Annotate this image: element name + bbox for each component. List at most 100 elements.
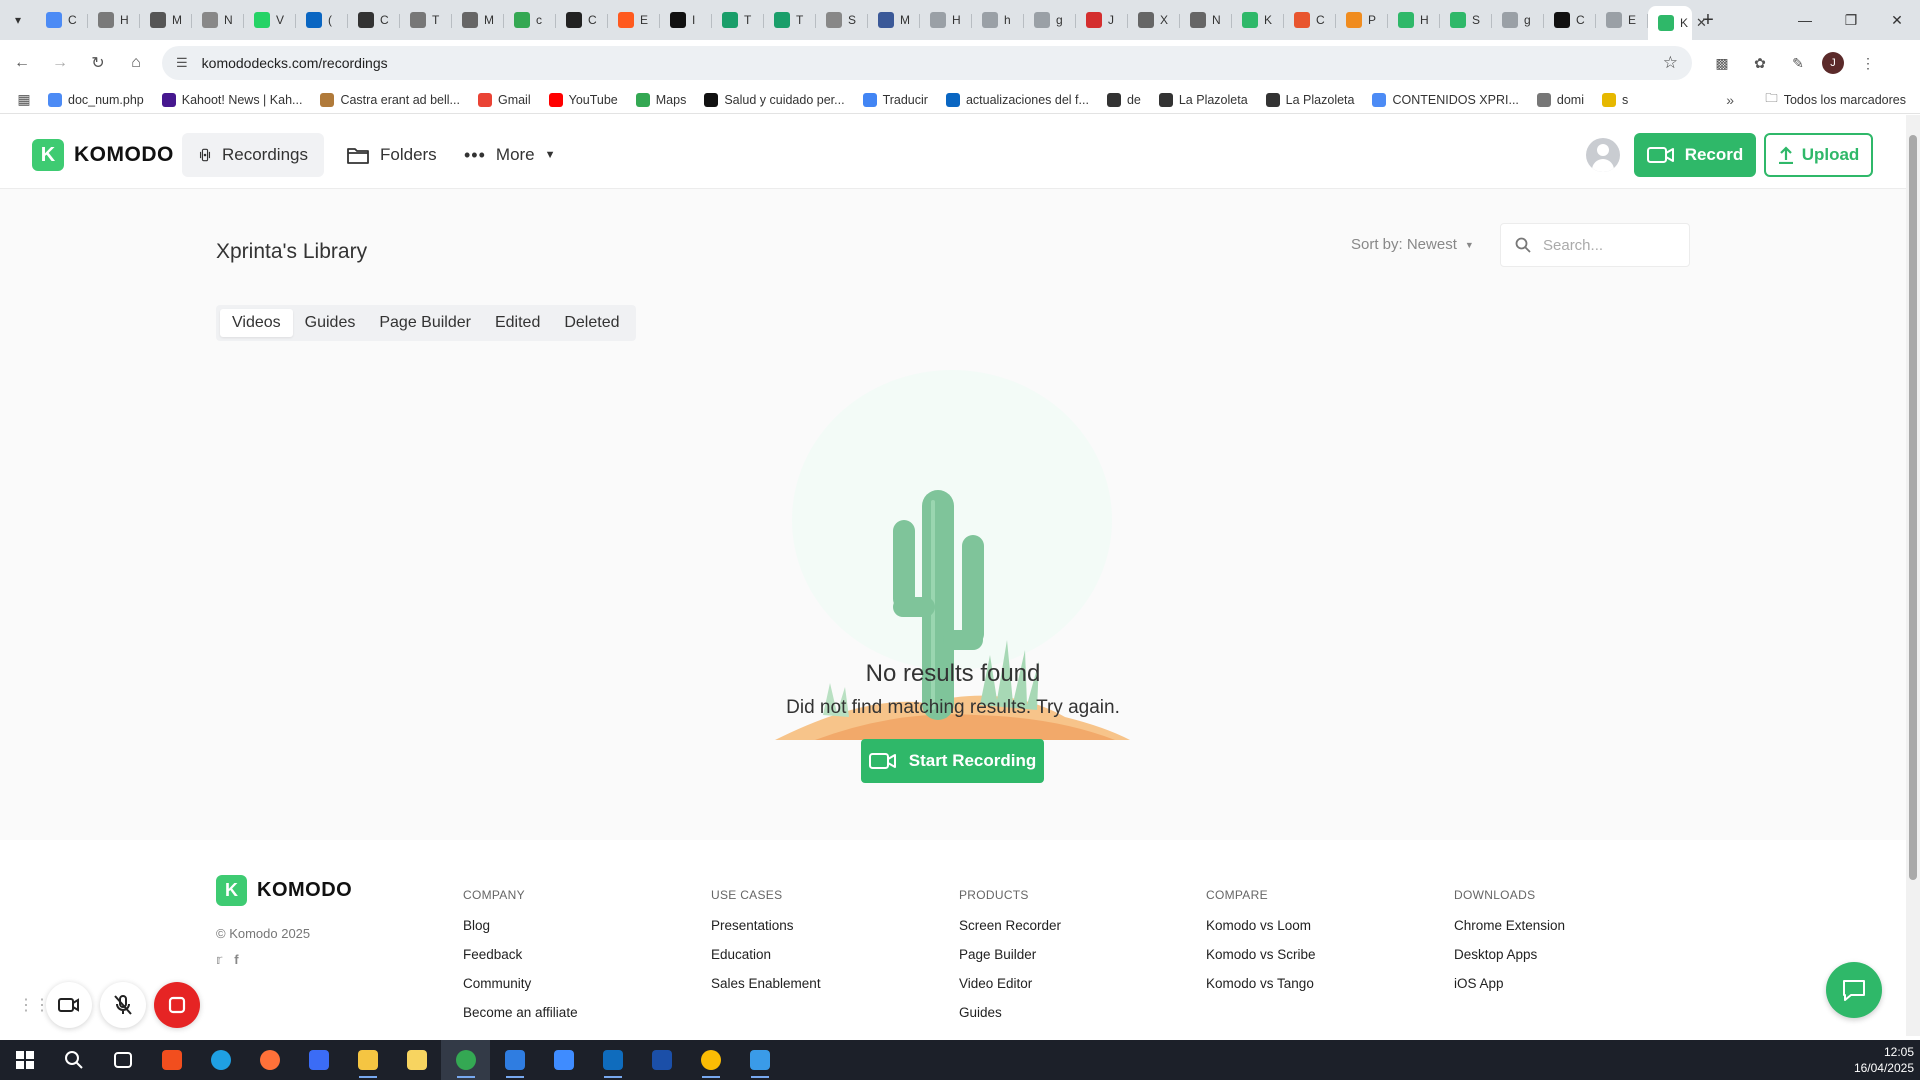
bookmark-star-icon[interactable]: ☆ <box>1663 53 1678 73</box>
footer-link[interactable]: Presentations <box>711 918 821 933</box>
taskbar-outlook-icon[interactable] <box>588 1040 637 1080</box>
profile-avatar[interactable]: J <box>1822 52 1844 74</box>
facebook-icon[interactable]: f <box>234 952 238 968</box>
bookmark-item[interactable]: actualizaciones del f... <box>945 92 1089 107</box>
browser-tab[interactable]: I <box>660 5 712 35</box>
taskbar-figma-icon[interactable] <box>147 1040 196 1080</box>
taskbar-firefox-icon[interactable] <box>245 1040 294 1080</box>
browser-tab[interactable]: N <box>1180 5 1232 35</box>
address-bar[interactable]: ☰ komododecks.com/recordings ☆ <box>162 46 1692 80</box>
bookmark-item[interactable]: Kahoot! News | Kah... <box>161 92 302 107</box>
browser-tab-active[interactable]: K ✕ <box>1648 6 1707 40</box>
minimize-button[interactable]: — <box>1782 0 1828 40</box>
browser-tab[interactable]: C <box>348 5 400 35</box>
taskbar-app-clock-icon[interactable] <box>637 1040 686 1080</box>
close-window-button[interactable]: ✕ <box>1874 0 1920 40</box>
taskbar-chrome-2-icon[interactable] <box>686 1040 735 1080</box>
bookmark-item[interactable]: de <box>1106 92 1141 107</box>
browser-tab[interactable]: H <box>88 5 140 35</box>
browser-tab[interactable]: h <box>972 5 1024 35</box>
page-scrollbar[interactable] <box>1906 115 1920 1036</box>
browser-tab[interactable]: X <box>1128 5 1180 35</box>
site-info-icon[interactable]: ☰ <box>176 55 188 71</box>
media-icon[interactable]: ▩ <box>1708 49 1736 77</box>
footer-link[interactable]: Blog <box>463 918 578 933</box>
footer-link[interactable]: Desktop Apps <box>1454 947 1565 962</box>
taskbar-task-view-icon[interactable] <box>98 1040 147 1080</box>
bookmark-item[interactable]: domi <box>1536 92 1584 107</box>
camera-toggle-button[interactable] <box>46 982 92 1028</box>
browser-tab[interactable]: c <box>504 5 556 35</box>
taskbar-app-blue-icon[interactable] <box>294 1040 343 1080</box>
tab-videos[interactable]: Videos <box>220 309 293 337</box>
bookmark-item[interactable]: Traducir <box>862 92 928 107</box>
stop-recording-button[interactable] <box>154 982 200 1028</box>
bookmark-item[interactable]: CONTENIDOS XPRI... <box>1372 92 1519 107</box>
tab-deleted[interactable]: Deleted <box>552 309 631 337</box>
bookmarks-overflow-icon[interactable]: » <box>1726 92 1734 108</box>
footer-link[interactable]: Chrome Extension <box>1454 918 1565 933</box>
scrollbar-thumb[interactable] <box>1909 135 1917 880</box>
browser-tab[interactable]: E <box>1596 5 1648 35</box>
search-input[interactable] <box>1543 236 1673 254</box>
search-box[interactable] <box>1500 223 1690 267</box>
browser-tab[interactable]: C <box>36 5 88 35</box>
forward-icon[interactable]: → <box>44 47 76 79</box>
browser-tab[interactable]: T <box>764 5 816 35</box>
browser-tab[interactable]: P <box>1336 5 1388 35</box>
browser-tab[interactable]: g <box>1024 5 1076 35</box>
browser-tab[interactable]: M <box>452 5 504 35</box>
browser-tab[interactable]: H <box>920 5 972 35</box>
bookmark-item[interactable]: La Plazoleta <box>1158 92 1248 107</box>
url-text[interactable]: komododecks.com/recordings <box>202 55 1663 71</box>
footer-link[interactable]: Komodo vs Tango <box>1206 976 1316 991</box>
footer-link[interactable]: Page Builder <box>959 947 1061 962</box>
twitter-icon[interactable]: 𝕣 <box>216 952 222 968</box>
tab-search-chevron-icon[interactable]: ▾ <box>0 0 36 40</box>
taskbar-paint-icon[interactable] <box>735 1040 784 1080</box>
reload-icon[interactable]: ↻ <box>82 47 114 79</box>
footer-link[interactable]: Komodo vs Loom <box>1206 918 1316 933</box>
bookmark-item[interactable]: Castra erant ad bell... <box>320 92 460 107</box>
record-button[interactable]: Record <box>1634 133 1756 177</box>
browser-tab[interactable]: J <box>1076 5 1128 35</box>
bookmark-item[interactable]: Maps <box>635 92 686 107</box>
extension-leaf-icon[interactable]: ✿ <box>1746 49 1774 77</box>
bookmark-item[interactable]: Gmail <box>477 92 531 107</box>
nav-folders[interactable]: Folders <box>330 133 453 177</box>
bookmark-item[interactable]: Salud y cuidado per... <box>704 92 845 107</box>
browser-tab[interactable]: T <box>712 5 764 35</box>
browser-tab[interactable]: g <box>1492 5 1544 35</box>
footer-link[interactable]: Guides <box>959 1005 1061 1020</box>
bookmark-item[interactable]: doc_num.php <box>48 92 144 107</box>
browser-menu-icon[interactable]: ⋮ <box>1854 49 1882 77</box>
system-clock[interactable]: 12:05 16/04/2025 <box>1854 1044 1914 1076</box>
chat-support-button[interactable] <box>1826 962 1882 1018</box>
footer-link[interactable]: Education <box>711 947 821 962</box>
drag-handle-icon[interactable]: ⋮⋮ <box>18 995 50 1015</box>
taskbar-notes-icon[interactable] <box>392 1040 441 1080</box>
taskbar-edge-icon[interactable] <box>196 1040 245 1080</box>
footer-link[interactable]: Community <box>463 976 578 991</box>
browser-tab[interactable]: E <box>608 5 660 35</box>
browser-tab[interactable]: S <box>1440 5 1492 35</box>
home-icon[interactable]: ⌂ <box>120 47 152 79</box>
sort-dropdown[interactable]: Sort by: Newest ▼ <box>1351 236 1474 253</box>
back-icon[interactable]: ← <box>6 47 38 79</box>
taskbar-search-icon[interactable] <box>49 1040 98 1080</box>
bookmark-item[interactable]: s <box>1601 92 1628 107</box>
browser-tab[interactable]: S <box>816 5 868 35</box>
footer-link[interactable]: Screen Recorder <box>959 918 1061 933</box>
restore-button[interactable]: ❐ <box>1828 0 1874 40</box>
bookmark-item[interactable]: La Plazoleta <box>1265 92 1354 107</box>
browser-tab[interactable]: M <box>868 5 920 35</box>
tab-close-icon[interactable]: ✕ <box>1696 15 1707 31</box>
browser-tab[interactable]: H <box>1388 5 1440 35</box>
nav-recordings[interactable]: Recordings <box>182 133 324 177</box>
microphone-muted-button[interactable] <box>100 982 146 1028</box>
browser-tab[interactable]: V <box>244 5 296 35</box>
tab-page-builder[interactable]: Page Builder <box>367 309 483 337</box>
browser-tab[interactable]: C <box>556 5 608 35</box>
footer-logo[interactable]: K KOMODO <box>216 875 352 906</box>
tab-edited[interactable]: Edited <box>483 309 552 337</box>
